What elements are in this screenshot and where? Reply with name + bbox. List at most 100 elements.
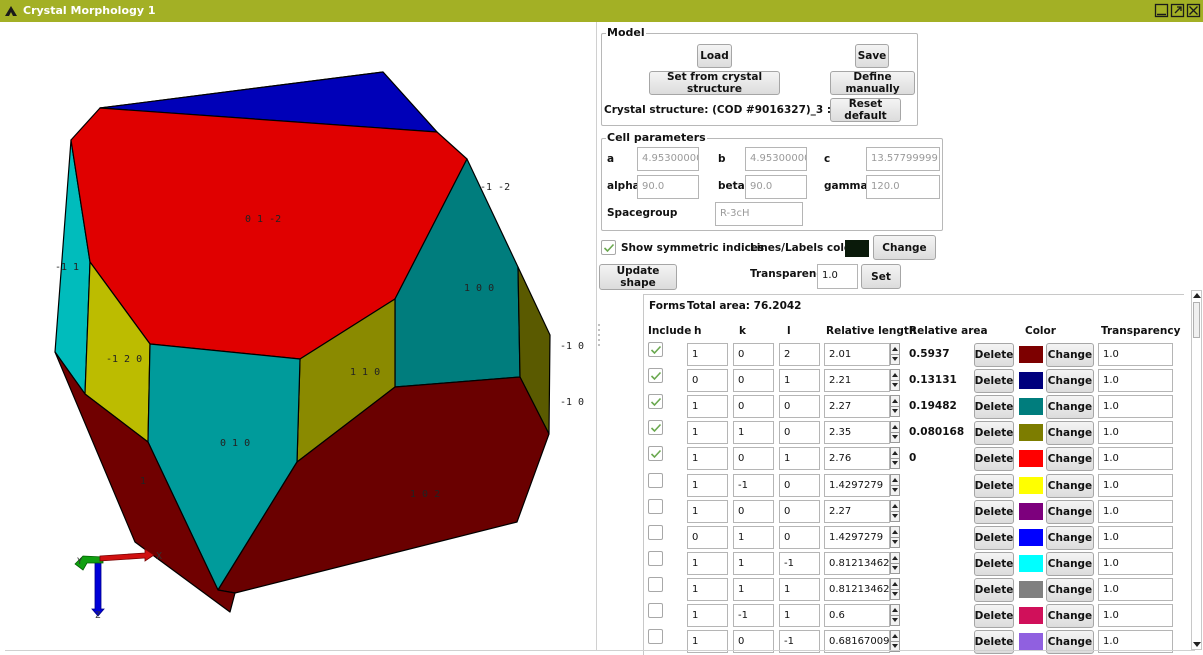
l-field[interactable]: 0 — [779, 395, 820, 419]
spin-up-icon[interactable] — [892, 608, 898, 612]
form-transparency-field[interactable]: 1.0 — [1098, 551, 1173, 575]
spacegroup-field[interactable]: R-3cH — [715, 202, 803, 226]
set-transparency-button[interactable]: Set — [861, 264, 901, 289]
l-field[interactable]: 0 — [779, 421, 820, 445]
form-transparency-field[interactable]: 1.0 — [1098, 343, 1173, 366]
l-field[interactable]: 1 — [779, 447, 820, 471]
relative-length-spinner[interactable] — [890, 551, 900, 574]
l-field[interactable]: -1 — [779, 551, 820, 575]
spin-up-icon[interactable] — [892, 425, 898, 430]
form-color-change-button[interactable]: Change — [1046, 447, 1094, 472]
relative-length-field[interactable]: 2.35 — [824, 421, 890, 445]
spin-down-icon[interactable] — [892, 435, 898, 440]
scrollbar-thumb[interactable] — [1193, 302, 1200, 338]
form-transparency-field[interactable]: 1.0 — [1098, 525, 1173, 549]
l-field[interactable]: 0 — [779, 525, 820, 549]
delete-form-button[interactable]: Delete — [974, 343, 1014, 367]
spin-up-icon[interactable] — [892, 581, 898, 586]
delete-form-button[interactable]: Delete — [974, 473, 1014, 498]
relative-length-spinner[interactable] — [890, 473, 900, 496]
delete-form-button[interactable]: Delete — [974, 369, 1014, 394]
h-field[interactable]: 0 — [687, 369, 728, 393]
forms-scrollbar[interactable] — [1191, 290, 1202, 650]
spin-down-icon[interactable] — [892, 539, 898, 544]
form-color-change-button[interactable]: Change — [1046, 343, 1094, 367]
k-field[interactable]: 1 — [733, 421, 774, 445]
h-field[interactable]: 1 — [687, 473, 728, 497]
l-field[interactable]: 1 — [779, 604, 820, 627]
relative-length-spinner[interactable] — [890, 447, 900, 470]
include-checkbox[interactable] — [648, 472, 663, 488]
relative-length-field[interactable]: 0.81213462 — [824, 551, 890, 575]
include-checkbox[interactable] — [648, 342, 663, 357]
include-checkbox[interactable] — [648, 368, 663, 384]
form-color-change-button[interactable]: Change — [1046, 551, 1094, 576]
form-transparency-field[interactable]: 1.0 — [1098, 499, 1173, 523]
spin-down-icon[interactable] — [892, 618, 898, 622]
form-color-change-button[interactable]: Change — [1046, 604, 1094, 628]
reset-default-button[interactable]: Reset default — [830, 98, 901, 122]
include-checkbox[interactable] — [648, 498, 663, 514]
form-color-change-button[interactable]: Change — [1046, 421, 1094, 446]
spin-up-icon[interactable] — [892, 529, 898, 534]
k-field[interactable]: -1 — [733, 473, 774, 497]
relative-length-field[interactable]: 2.21 — [824, 369, 890, 393]
splitter-grip-icon[interactable] — [597, 322, 601, 350]
delete-form-button[interactable]: Delete — [974, 604, 1014, 628]
load-button[interactable]: Load — [697, 44, 732, 68]
minimize-icon[interactable] — [1154, 3, 1169, 18]
include-checkbox[interactable] — [648, 576, 663, 592]
k-field[interactable]: 1 — [733, 577, 774, 601]
relative-length-spinner[interactable] — [890, 499, 900, 522]
h-field[interactable]: 0 — [687, 525, 728, 549]
relative-length-field[interactable]: 2.27 — [824, 499, 890, 523]
close-icon[interactable] — [1186, 3, 1201, 18]
form-color-change-button[interactable]: Change — [1046, 499, 1094, 524]
c-field[interactable]: 13.57799999 — [866, 147, 940, 171]
k-field[interactable]: 1 — [733, 551, 774, 575]
k-field[interactable]: 0 — [733, 369, 774, 393]
delete-form-button[interactable]: Delete — [974, 447, 1014, 472]
h-field[interactable]: 1 — [687, 447, 728, 471]
form-transparency-field[interactable]: 1.0 — [1098, 447, 1173, 471]
spin-up-icon[interactable] — [892, 503, 898, 508]
h-field[interactable]: 1 — [687, 551, 728, 575]
beta-field[interactable]: 90.0 — [745, 175, 807, 199]
relative-length-spinner[interactable] — [890, 604, 900, 626]
form-color-change-button[interactable]: Change — [1046, 395, 1094, 420]
form-transparency-field[interactable]: 1.0 — [1098, 577, 1173, 601]
include-checkbox[interactable] — [648, 394, 663, 410]
spin-up-icon[interactable] — [892, 555, 898, 560]
include-checkbox[interactable] — [648, 420, 663, 436]
spin-down-icon[interactable] — [892, 565, 898, 570]
spin-down-icon[interactable] — [892, 383, 898, 388]
k-field[interactable]: 0 — [733, 343, 774, 366]
form-color-change-button[interactable]: Change — [1046, 525, 1094, 550]
spin-up-icon[interactable] — [892, 373, 898, 378]
spin-down-icon[interactable] — [892, 409, 898, 414]
relative-length-field[interactable]: 2.27 — [824, 395, 890, 419]
h-field[interactable]: 1 — [687, 604, 728, 627]
form-transparency-field[interactable]: 1.0 — [1098, 604, 1173, 627]
form-transparency-field[interactable]: 1.0 — [1098, 395, 1173, 419]
relative-length-field[interactable]: 0.6 — [824, 604, 890, 627]
relative-length-spinner[interactable] — [890, 577, 900, 600]
k-field[interactable]: 0 — [733, 447, 774, 471]
l-field[interactable]: 0 — [779, 499, 820, 523]
form-transparency-field[interactable]: 1.0 — [1098, 421, 1173, 445]
spin-down-icon[interactable] — [892, 591, 898, 596]
relative-length-field[interactable]: 0.81213462 — [824, 577, 890, 601]
relative-length-spinner[interactable] — [890, 343, 900, 365]
include-checkbox[interactable] — [648, 629, 663, 645]
relative-length-field[interactable]: 2.01 — [824, 343, 890, 366]
k-field[interactable]: 0 — [733, 499, 774, 523]
l-field[interactable]: 1 — [779, 369, 820, 393]
global-transparency-field[interactable]: 1.0 — [817, 264, 858, 289]
k-field[interactable]: 0 — [733, 395, 774, 419]
spin-down-icon[interactable] — [892, 513, 898, 518]
include-checkbox[interactable] — [648, 446, 663, 462]
relative-length-spinner[interactable] — [890, 630, 900, 653]
alpha-field[interactable]: 90.0 — [637, 175, 699, 199]
k-field[interactable]: 1 — [733, 525, 774, 549]
b-field[interactable]: 4.953000000 — [745, 147, 807, 171]
